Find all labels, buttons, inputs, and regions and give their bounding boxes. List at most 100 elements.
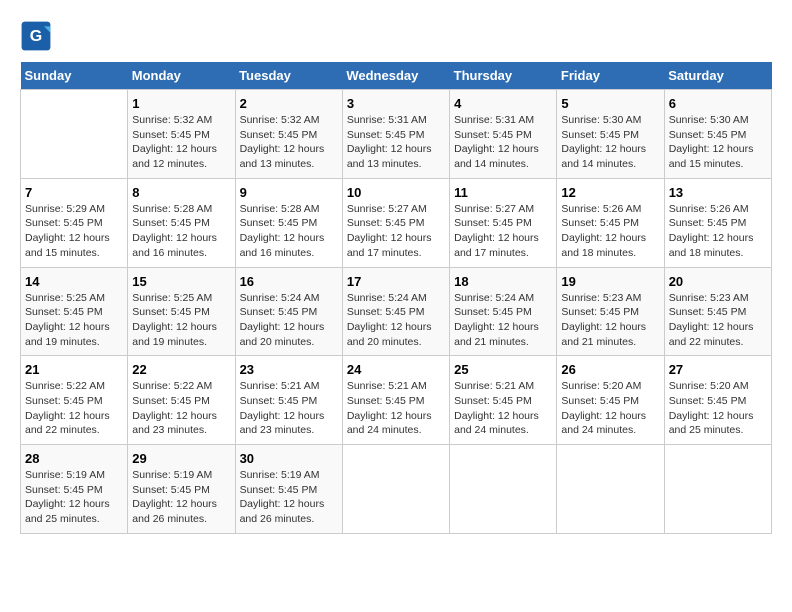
day-number: 4 <box>454 96 552 111</box>
day-number: 10 <box>347 185 445 200</box>
logo: G <box>20 20 56 52</box>
day-header-friday: Friday <box>557 62 664 90</box>
day-info: Sunrise: 5:31 AM Sunset: 5:45 PM Dayligh… <box>347 113 445 172</box>
calendar-cell: 8Sunrise: 5:28 AM Sunset: 5:45 PM Daylig… <box>128 178 235 267</box>
calendar-cell: 13 Sunrise: 5:26 AM Sunset: 5:45 PM Dayli… <box>664 178 771 267</box>
calendar-cell: 7 Sunrise: 5:29 AM Sunset: 5:45 PM Daylig… <box>21 178 128 267</box>
calendar-cell: 30 Sunrise: 5:19 AM Sunset: 5:45 PM Dayli… <box>235 445 342 534</box>
day-info: Sunrise: 5:32 AM Sunset: 5:45 PM Dayligh… <box>240 113 338 172</box>
calendar-week-2: 7 Sunrise: 5:29 AM Sunset: 5:45 PM Daylig… <box>21 178 772 267</box>
day-info: Sunrise: 5:21 AM Sunset: 5:45 PM Dayligh… <box>347 379 445 438</box>
day-number: 2 <box>240 96 338 111</box>
day-info: Sunrise: 5:23 AM Sunset: 5:45 PM Dayligh… <box>561 291 659 350</box>
calendar-table: SundayMondayTuesdayWednesdayThursdayFrid… <box>20 62 772 534</box>
day-info: Sunrise: 5:20 AM Sunset: 5:45 PM Dayligh… <box>669 379 767 438</box>
day-number: 16 <box>240 274 338 289</box>
calendar-cell: 1 Sunrise: 5:32 AM Sunset: 5:45 PM Daylig… <box>128 90 235 179</box>
day-info: Sunrise: 5:26 AM Sunset: 5:45 PM Dayligh… <box>669 202 767 261</box>
day-number: 24 <box>347 362 445 377</box>
day-info: Sunrise: 5:27 AM Sunset: 5:45 PM Dayligh… <box>454 202 552 261</box>
day-number: 19 <box>561 274 659 289</box>
calendar-cell <box>21 90 128 179</box>
day-info: Sunrise: 5:32 AM Sunset: 5:45 PM Dayligh… <box>132 113 230 172</box>
day-number: 12 <box>561 185 659 200</box>
calendar-cell: 21Sunrise: 5:22 AM Sunset: 5:45 PM Dayli… <box>21 356 128 445</box>
day-number: 25 <box>454 362 552 377</box>
day-number: 13 <box>669 185 767 200</box>
day-number: 15 <box>132 274 230 289</box>
calendar-cell: 25Sunrise: 5:21 AM Sunset: 5:45 PM Dayli… <box>450 356 557 445</box>
day-header-tuesday: Tuesday <box>235 62 342 90</box>
calendar-cell: 14 Sunrise: 5:25 AM Sunset: 5:45 PM Dayli… <box>21 267 128 356</box>
day-number: 18 <box>454 274 552 289</box>
day-header-wednesday: Wednesday <box>342 62 449 90</box>
day-number: 7 <box>25 185 123 200</box>
day-info: Sunrise: 5:24 AM Sunset: 5:45 PM Dayligh… <box>454 291 552 350</box>
calendar-header-row: SundayMondayTuesdayWednesdayThursdayFrid… <box>21 62 772 90</box>
day-info: Sunrise: 5:24 AM Sunset: 5:45 PM Dayligh… <box>347 291 445 350</box>
calendar-week-1: 1 Sunrise: 5:32 AM Sunset: 5:45 PM Daylig… <box>21 90 772 179</box>
day-number: 28 <box>25 451 123 466</box>
calendar-cell: 29Sunrise: 5:19 AM Sunset: 5:45 PM Dayli… <box>128 445 235 534</box>
calendar-cell <box>557 445 664 534</box>
day-number: 22 <box>132 362 230 377</box>
day-info: Sunrise: 5:30 AM Sunset: 5:45 PM Dayligh… <box>561 113 659 172</box>
calendar-cell <box>342 445 449 534</box>
calendar-cell: 3 Sunrise: 5:31 AM Sunset: 5:45 PM Daylig… <box>342 90 449 179</box>
calendar-cell: 6Sunrise: 5:30 AM Sunset: 5:45 PM Daylig… <box>664 90 771 179</box>
day-header-thursday: Thursday <box>450 62 557 90</box>
day-info: Sunrise: 5:19 AM Sunset: 5:45 PM Dayligh… <box>132 468 230 527</box>
day-info: Sunrise: 5:22 AM Sunset: 5:45 PM Dayligh… <box>132 379 230 438</box>
day-info: Sunrise: 5:21 AM Sunset: 5:45 PM Dayligh… <box>240 379 338 438</box>
calendar-cell: 18 Sunrise: 5:24 AM Sunset: 5:45 PM Dayli… <box>450 267 557 356</box>
day-info: Sunrise: 5:25 AM Sunset: 5:45 PM Dayligh… <box>132 291 230 350</box>
day-number: 9 <box>240 185 338 200</box>
day-info: Sunrise: 5:23 AM Sunset: 5:45 PM Dayligh… <box>669 291 767 350</box>
page-header: G <box>20 20 772 52</box>
calendar-cell <box>664 445 771 534</box>
day-info: Sunrise: 5:29 AM Sunset: 5:45 PM Dayligh… <box>25 202 123 261</box>
day-info: Sunrise: 5:30 AM Sunset: 5:45 PM Dayligh… <box>669 113 767 172</box>
calendar-cell: 11 Sunrise: 5:27 AM Sunset: 5:45 PM Dayli… <box>450 178 557 267</box>
day-info: Sunrise: 5:25 AM Sunset: 5:45 PM Dayligh… <box>25 291 123 350</box>
calendar-body: 1 Sunrise: 5:32 AM Sunset: 5:45 PM Daylig… <box>21 90 772 534</box>
calendar-cell: 10 Sunrise: 5:27 AM Sunset: 5:45 PM Dayli… <box>342 178 449 267</box>
day-info: Sunrise: 5:26 AM Sunset: 5:45 PM Dayligh… <box>561 202 659 261</box>
day-number: 23 <box>240 362 338 377</box>
day-info: Sunrise: 5:19 AM Sunset: 5:45 PM Dayligh… <box>240 468 338 527</box>
day-number: 26 <box>561 362 659 377</box>
calendar-week-5: 28 Sunrise: 5:19 AM Sunset: 5:45 PM Dayli… <box>21 445 772 534</box>
day-number: 14 <box>25 274 123 289</box>
calendar-cell: 5Sunrise: 5:30 AM Sunset: 5:45 PM Daylig… <box>557 90 664 179</box>
calendar-cell: 15 Sunrise: 5:25 AM Sunset: 5:45 PM Dayli… <box>128 267 235 356</box>
logo-icon: G <box>20 20 52 52</box>
day-info: Sunrise: 5:20 AM Sunset: 5:45 PM Dayligh… <box>561 379 659 438</box>
calendar-cell: 28 Sunrise: 5:19 AM Sunset: 5:45 PM Dayli… <box>21 445 128 534</box>
day-number: 27 <box>669 362 767 377</box>
day-number: 1 <box>132 96 230 111</box>
day-header-saturday: Saturday <box>664 62 771 90</box>
day-header-monday: Monday <box>128 62 235 90</box>
calendar-cell: 12 Sunrise: 5:26 AM Sunset: 5:45 PM Dayli… <box>557 178 664 267</box>
calendar-cell: 26 Sunrise: 5:20 AM Sunset: 5:45 PM Dayli… <box>557 356 664 445</box>
calendar-cell: 22 Sunrise: 5:22 AM Sunset: 5:45 PM Dayli… <box>128 356 235 445</box>
day-number: 17 <box>347 274 445 289</box>
calendar-week-3: 14 Sunrise: 5:25 AM Sunset: 5:45 PM Dayli… <box>21 267 772 356</box>
calendar-cell: 9 Sunrise: 5:28 AM Sunset: 5:45 PM Daylig… <box>235 178 342 267</box>
day-number: 20 <box>669 274 767 289</box>
day-info: Sunrise: 5:31 AM Sunset: 5:45 PM Dayligh… <box>454 113 552 172</box>
day-number: 30 <box>240 451 338 466</box>
day-number: 21 <box>25 362 123 377</box>
day-info: Sunrise: 5:24 AM Sunset: 5:45 PM Dayligh… <box>240 291 338 350</box>
day-info: Sunrise: 5:28 AM Sunset: 5:45 PM Dayligh… <box>240 202 338 261</box>
day-header-sunday: Sunday <box>21 62 128 90</box>
calendar-cell: 17 Sunrise: 5:24 AM Sunset: 5:45 PM Dayli… <box>342 267 449 356</box>
day-number: 3 <box>347 96 445 111</box>
calendar-cell: 16 Sunrise: 5:24 AM Sunset: 5:45 PM Dayli… <box>235 267 342 356</box>
calendar-cell: 23 Sunrise: 5:21 AM Sunset: 5:45 PM Dayli… <box>235 356 342 445</box>
day-info: Sunrise: 5:27 AM Sunset: 5:45 PM Dayligh… <box>347 202 445 261</box>
calendar-cell: 20 Sunrise: 5:23 AM Sunset: 5:45 PM Dayli… <box>664 267 771 356</box>
day-info: Sunrise: 5:19 AM Sunset: 5:45 PM Dayligh… <box>25 468 123 527</box>
day-number: 11 <box>454 185 552 200</box>
calendar-cell: 4 Sunrise: 5:31 AM Sunset: 5:45 PM Daylig… <box>450 90 557 179</box>
